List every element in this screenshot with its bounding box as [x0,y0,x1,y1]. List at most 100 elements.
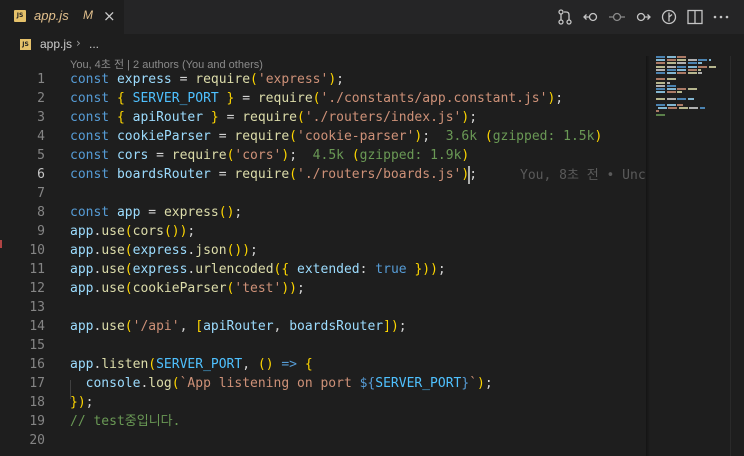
text-cursor [468,166,470,184]
minimap-line [666,72,676,74]
minimap-line [656,91,665,94]
minimap-line [656,78,665,81]
minimap-line [666,97,676,100]
code-text[interactable]: app.use(express.json()); [70,241,258,260]
line-number: 12 [29,281,45,296]
minimap-line [677,59,686,62]
minimap-line [687,62,697,65]
source-control-icon[interactable] [554,6,576,28]
tab-app-js[interactable]: JS app.js M × [0,0,124,34]
code-text[interactable]: const { apiRouter } = require('./routers… [70,108,477,127]
line-number: 15 [29,338,45,353]
minimap-line [656,65,665,68]
code-line[interactable]: 14 app.use('/api', [apiRouter, boardsRout… [0,317,650,336]
minimap-line [656,110,659,113]
code-line[interactable]: 19 // test중입니다. [0,412,650,431]
code-line[interactable]: 8 const app = express(); [0,203,650,222]
minimap-line [656,104,665,106]
code-line[interactable]: 5 const cors = require('cors'); 4.5k (gzi… [0,146,650,165]
line-number: 8 [37,205,45,220]
code-text[interactable]: const { SERVER_PORT } = require('./const… [70,89,563,108]
minimap-line [687,65,697,68]
code-line[interactable]: 1 const express = require('express'); [0,70,650,89]
code-line[interactable]: 17 console.log(`App listening on port ${… [0,374,650,393]
minimap-line [708,59,712,62]
minimap-line [687,88,697,90]
minimap-line [689,107,699,110]
breadcrumb [0,34,744,56]
minimap-line [666,84,676,87]
minimap-line [666,78,676,81]
minimap-line [677,88,686,90]
minimap-line [677,72,686,74]
code-text[interactable]: console.log(`App listening on port ${SER… [70,374,493,393]
code-line[interactable]: 2 const { SERVER_PORT } = require('./cons… [0,89,650,108]
chevron-right-icon: › [76,36,81,50]
code-text[interactable]: app.use(cors()); [70,222,195,241]
minimap-line [677,62,686,65]
code-text[interactable]: app.use(express.urlencoded({ extended: t… [70,260,446,279]
code-line[interactable]: 3 const { apiRouter } = require('./router… [0,108,650,127]
code-text[interactable]: app.use(cookieParser('test')); [70,279,305,298]
scrollbar[interactable] [730,56,744,456]
minimap-line [666,104,676,106]
code-line[interactable]: 9 app.use(cors()); [0,222,650,241]
inline-blame: You, 8초 전 • Unc [520,168,646,183]
breadcrumb-symbol[interactable]: ... [89,37,99,51]
line-number: 3 [37,110,45,125]
code-text[interactable]: const cookieParser = require('cookie-par… [70,127,602,146]
code-line[interactable]: 16 app.listen(SERVER_PORT, () => { [0,355,650,374]
code-line[interactable]: 15 [0,336,650,355]
minimap-line [687,72,697,74]
code-line[interactable]: 18}); [0,393,650,412]
minimap-line [678,107,688,110]
code-line[interactable]: 11 app.use(express.urlencoded({ extended:… [0,260,650,279]
minimap-line [677,97,686,100]
minimap-line [677,65,686,68]
minimap-line [677,91,683,94]
gutter-change-marker [0,240,2,248]
minimap-line [656,68,665,71]
minimap-line [656,97,665,100]
minimap-line [698,59,707,62]
code-line[interactable]: 4 const cookieParser = require('cookie-pa… [0,127,650,146]
code-text[interactable]: // test중입니다. [70,412,180,431]
code-editor[interactable]: 1 const express = require('express'); 2 con… [0,70,650,450]
code-text[interactable]: const express = require('express'); [70,70,344,89]
code-line[interactable]: 13 [0,298,650,317]
breadcrumb-file[interactable]: app.js [40,37,72,51]
line-number: 5 [37,148,45,163]
minimap-line [657,107,667,110]
code-text[interactable]: app.listen(SERVER_PORT, () => { [70,355,313,374]
go-back-icon[interactable] [580,6,602,28]
minimap-line [666,68,676,71]
code-text[interactable]: app.use('/api', [apiRouter, boardsRouter… [70,317,407,336]
circle-dot-icon[interactable] [606,6,628,28]
go-forward-icon[interactable] [632,6,654,28]
code-line[interactable]: 7 [0,184,650,203]
code-text[interactable]: const app = express(); [70,203,242,222]
line-number: 6 [37,167,45,182]
minimap-line [666,56,676,58]
code-text[interactable]: const boardsRouter = require('./routers/… [70,165,477,184]
close-icon[interactable]: × [103,8,116,24]
minimap-line [668,107,678,110]
minimap-line [677,56,686,58]
line-number: 17 [29,376,45,391]
line-number: 4 [37,129,45,144]
minimap-line [687,68,697,71]
minimap-line [656,56,665,58]
code-line[interactable]: 12 app.use(cookieParser('test')); [0,279,650,298]
code-text[interactable]: }); [70,393,93,412]
minimap-line [666,91,676,94]
code-text[interactable]: const cors = require('cors'); 4.5k (gzip… [70,146,469,165]
more-actions-icon[interactable] [710,6,732,28]
line-number: 13 [29,300,45,315]
minimap-line [708,65,716,68]
timeline-icon[interactable] [658,6,680,28]
minimap-line [677,68,686,71]
split-editor-icon[interactable] [684,6,706,28]
code-line[interactable]: 10 app.use(express.json()); [0,241,650,260]
minimap-line [666,65,676,68]
code-line[interactable]: 20 [0,431,650,450]
